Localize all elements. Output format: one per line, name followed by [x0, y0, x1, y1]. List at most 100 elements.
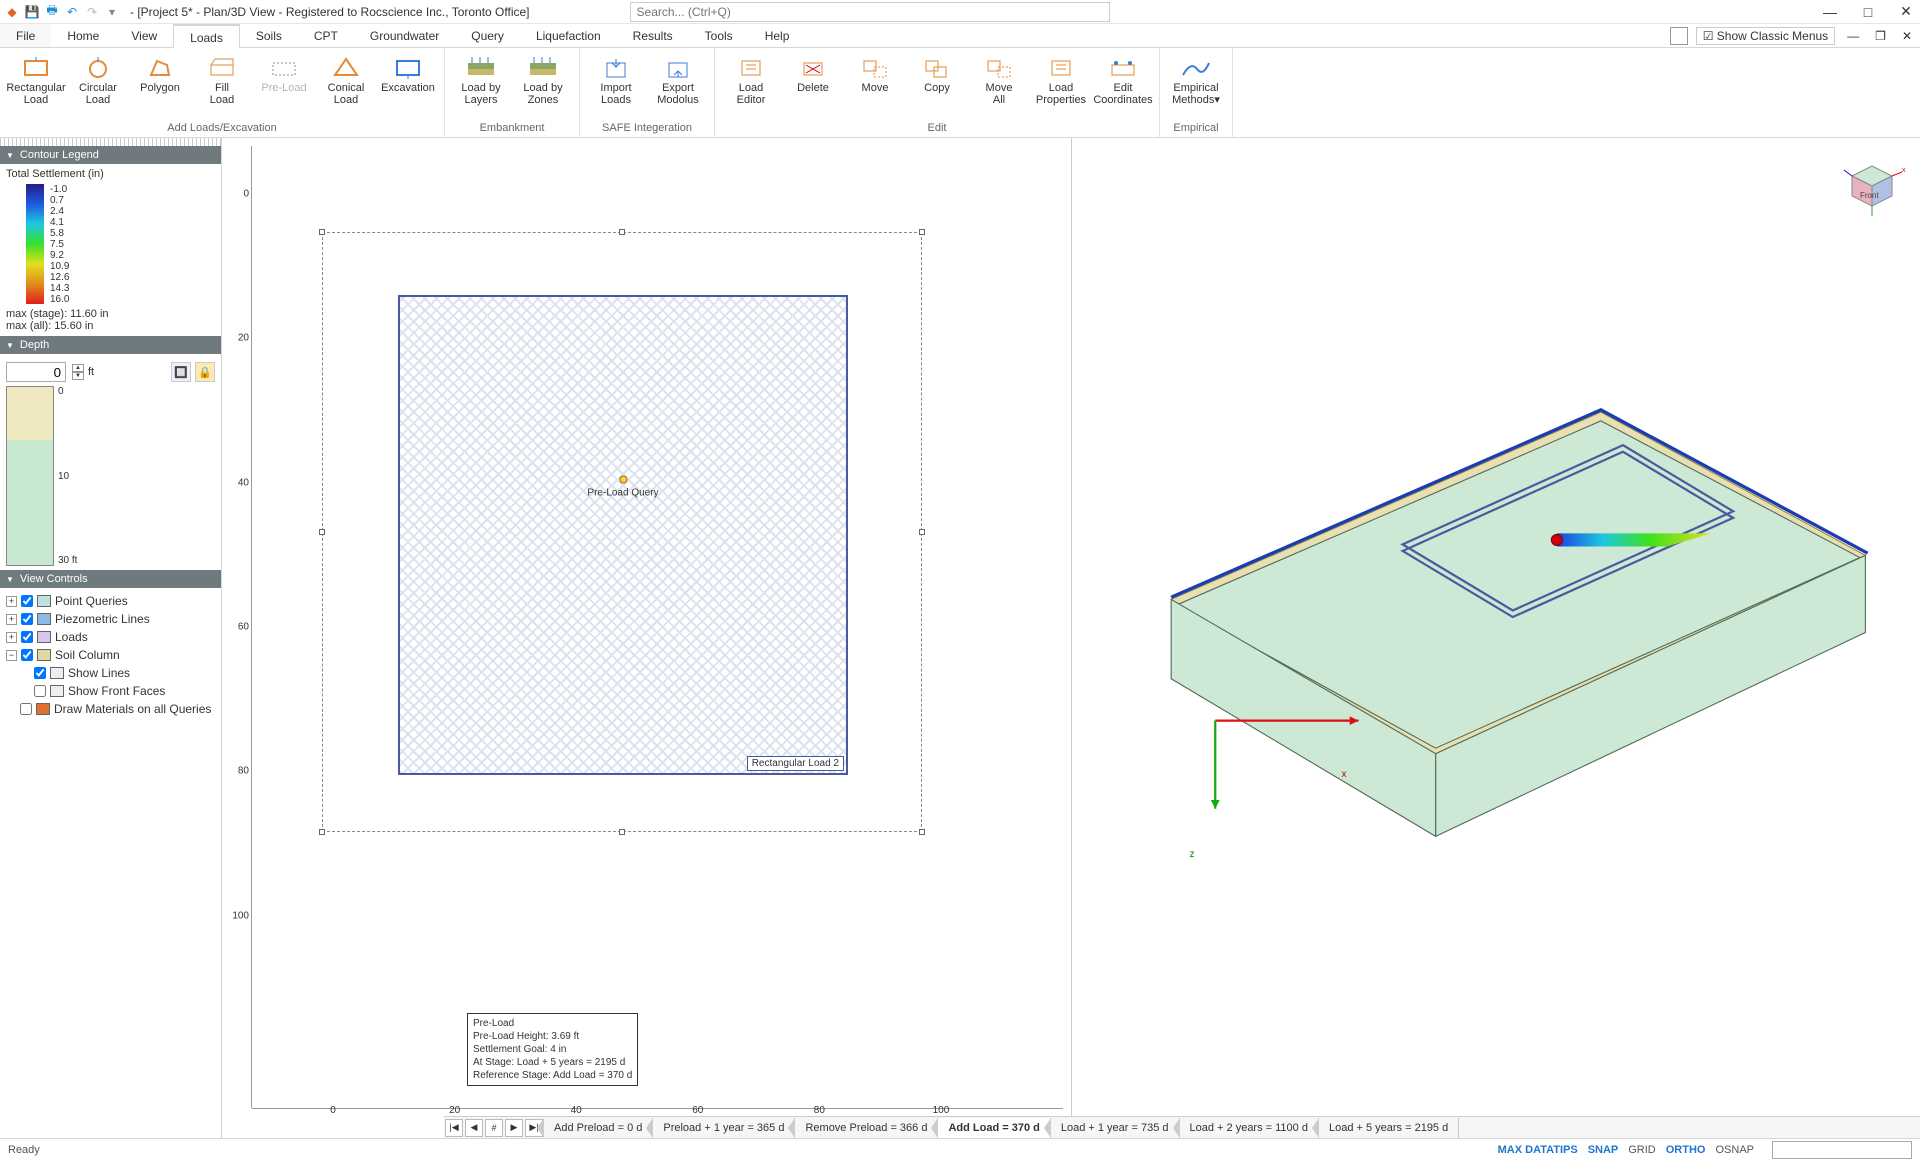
- ribbon-edit[interactable]: EditCoordinates: [1095, 52, 1151, 120]
- tab-results[interactable]: Results: [617, 24, 689, 47]
- stage-tab[interactable]: Load + 5 years = 2195 d: [1319, 1118, 1459, 1138]
- ribbon-move[interactable]: MoveAll: [971, 52, 1027, 120]
- search-input[interactable]: [630, 2, 1110, 22]
- stage-nav[interactable]: ▶: [505, 1119, 523, 1137]
- tab-query[interactable]: Query: [455, 24, 520, 47]
- show-classic-menus-button[interactable]: ☑ Show Classic Menus: [1696, 27, 1835, 45]
- view-cube[interactable]: Front x: [1842, 156, 1902, 216]
- ribbon-icon: [206, 56, 238, 80]
- mdi-minimize[interactable]: —: [1843, 29, 1863, 43]
- depth-lock-icon[interactable]: 🔒: [195, 362, 215, 382]
- tab-liquefaction[interactable]: Liquefaction: [520, 24, 617, 47]
- print-icon[interactable]: 🖶: [44, 4, 60, 20]
- chk-point-queries[interactable]: [21, 595, 33, 607]
- preload-query-point[interactable]: Pre-Load Query: [587, 476, 658, 499]
- ribbon-load-by[interactable]: Load byZones: [515, 52, 571, 120]
- ribbon-copy[interactable]: Copy: [909, 52, 965, 120]
- status-grid[interactable]: GRID: [1626, 1144, 1658, 1156]
- depth-spinner[interactable]: ▲▼: [72, 364, 84, 380]
- chk-showlines[interactable]: [34, 667, 46, 679]
- minimize-button[interactable]: —: [1820, 2, 1840, 22]
- stage-tab[interactable]: Load + 2 years = 1100 d: [1180, 1118, 1319, 1138]
- status-ortho[interactable]: ORTHO: [1664, 1144, 1708, 1156]
- expand-icon[interactable]: +: [6, 632, 17, 643]
- ribbon-load[interactable]: LoadEditor: [723, 52, 779, 120]
- ribbon-empirical[interactable]: EmpiricalMethods▾: [1168, 52, 1224, 120]
- coord-box[interactable]: [1772, 1141, 1912, 1159]
- ribbon-pre-load[interactable]: Pre-Load: [256, 52, 312, 120]
- depth-input[interactable]: [6, 362, 66, 382]
- depth-header[interactable]: ▼Depth: [0, 336, 221, 354]
- tab-soils[interactable]: Soils: [240, 24, 298, 47]
- ribbon-load[interactable]: LoadProperties: [1033, 52, 1089, 120]
- node-piezo[interactable]: Piezometric Lines: [55, 610, 150, 628]
- ribbon-polygon[interactable]: Polygon: [132, 52, 188, 120]
- stage-tab[interactable]: Preload + 1 year = 365 d: [653, 1118, 795, 1138]
- panel-grip[interactable]: [0, 138, 221, 146]
- undo-icon[interactable]: ↶: [64, 4, 80, 20]
- ribbon-icon: [82, 56, 114, 80]
- status-snap[interactable]: SNAP: [1586, 1144, 1621, 1156]
- mdi-restore[interactable]: ❐: [1871, 29, 1890, 43]
- node-frontfaces[interactable]: Show Front Faces: [68, 682, 165, 700]
- stage-tab[interactable]: Add Preload = 0 d: [544, 1118, 653, 1138]
- 3d-view[interactable]: x z Front x: [1072, 138, 1920, 1138]
- stage-tab[interactable]: Add Load = 370 d: [938, 1118, 1050, 1138]
- chk-piezo[interactable]: [21, 613, 33, 625]
- status-osnap[interactable]: OSNAP: [1713, 1144, 1756, 1156]
- qat-dropdown-icon[interactable]: ▾: [104, 4, 120, 20]
- close-button[interactable]: ✕: [1896, 2, 1916, 22]
- node-soilcol[interactable]: Soil Column: [55, 646, 120, 664]
- save-icon[interactable]: 💾: [24, 4, 40, 20]
- ribbon-collapse-icon[interactable]: [1670, 27, 1688, 45]
- node-drawmat[interactable]: Draw Materials on all Queries: [54, 700, 211, 718]
- tab-tools[interactable]: Tools: [689, 24, 749, 47]
- plan-rectangular-load[interactable]: Pre-Load Query Rectangular Load 2: [398, 295, 848, 775]
- ribbon-icon: [330, 56, 362, 80]
- stage-nav[interactable]: #: [485, 1119, 503, 1137]
- tab-groundwater[interactable]: Groundwater: [354, 24, 455, 47]
- ribbon-circular[interactable]: CircularLoad: [70, 52, 126, 120]
- expand-icon[interactable]: +: [6, 596, 17, 607]
- stage-tab[interactable]: Load + 1 year = 735 d: [1051, 1118, 1180, 1138]
- contour-legend-header[interactable]: ▼Contour Legend: [0, 146, 221, 164]
- redo-icon[interactable]: ↷: [84, 4, 100, 20]
- ribbon-load-by[interactable]: Load byLayers: [453, 52, 509, 120]
- chk-loads[interactable]: [21, 631, 33, 643]
- ribbon-rectangular[interactable]: RectangularLoad: [8, 52, 64, 120]
- expand-icon[interactable]: +: [6, 614, 17, 625]
- ribbon-move[interactable]: Move: [847, 52, 903, 120]
- ribbon-delete[interactable]: Delete: [785, 52, 841, 120]
- group-embankment: Embankment: [453, 120, 571, 137]
- ribbon-fill[interactable]: FillLoad: [194, 52, 250, 120]
- view-controls-header[interactable]: ▼View Controls: [0, 570, 221, 588]
- chk-frontfaces[interactable]: [34, 685, 46, 697]
- status-max datatips[interactable]: MAX DATATIPS: [1496, 1144, 1580, 1156]
- collapse-icon[interactable]: −: [6, 650, 17, 661]
- maximize-button[interactable]: □: [1858, 2, 1878, 22]
- ribbon-excavation[interactable]: Excavation: [380, 52, 436, 120]
- tab-loads[interactable]: Loads: [173, 24, 240, 48]
- contour-heading: Total Settlement (in): [6, 168, 215, 180]
- stage-nav[interactable]: |◀: [445, 1119, 463, 1137]
- plan-view[interactable]: 020406080100 Pre-Load Query Rectangular …: [222, 138, 1072, 1138]
- chk-drawmat[interactable]: [20, 703, 32, 715]
- node-loads[interactable]: Loads: [55, 628, 88, 646]
- tab-view[interactable]: View: [115, 24, 173, 47]
- stage-tab[interactable]: Remove Preload = 366 d: [795, 1118, 938, 1138]
- depth-view-icon[interactable]: 🔲: [171, 362, 191, 382]
- plan-outer-load[interactable]: Pre-Load Query Rectangular Load 2: [322, 232, 922, 832]
- mdi-close[interactable]: ✕: [1898, 29, 1916, 43]
- ribbon-export[interactable]: ExportModolus: [650, 52, 706, 120]
- quick-access-toolbar: ◆ 💾 🖶 ↶ ↷ ▾: [4, 4, 120, 20]
- ribbon-conical[interactable]: ConicalLoad: [318, 52, 374, 120]
- stage-nav[interactable]: ◀: [465, 1119, 483, 1137]
- tab-cpt[interactable]: CPT: [298, 24, 354, 47]
- node-point-queries[interactable]: Point Queries: [55, 592, 128, 610]
- tab-home[interactable]: Home: [51, 24, 115, 47]
- node-showlines[interactable]: Show Lines: [68, 664, 130, 682]
- ribbon-import[interactable]: ImportLoads: [588, 52, 644, 120]
- tab-file[interactable]: File: [0, 24, 51, 47]
- tab-help[interactable]: Help: [749, 24, 806, 47]
- chk-soilcol[interactable]: [21, 649, 33, 661]
